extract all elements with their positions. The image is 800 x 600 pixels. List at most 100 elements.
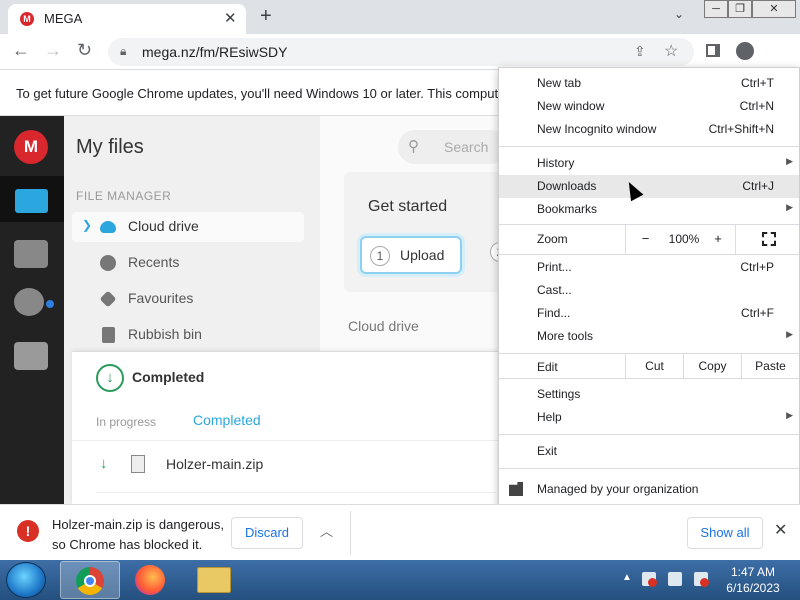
minimize-button[interactable]: ─ [704,0,728,18]
menu-label: New Incognito window [537,122,657,136]
menu-item-more-tools[interactable]: More tools ▶ [499,325,799,348]
menu-item-help[interactable]: Help ▶ [499,406,799,429]
menu-item-print[interactable]: Print... Ctrl+P [499,256,799,279]
sidebar-item-label: Recents [128,254,180,270]
edit-label: Edit [537,360,558,374]
cut-button[interactable]: Cut [625,354,683,378]
chat-icon[interactable] [14,288,44,316]
cloud-icon [100,221,116,233]
fullscreen-button[interactable] [735,224,799,254]
firefox-icon[interactable] [135,565,165,595]
reload-icon[interactable]: ↻ [77,40,92,61]
menu-managed-by-org[interactable]: Managed by your organization [499,474,799,504]
chevron-right-icon[interactable]: ❯ [82,218,92,232]
divider [72,440,502,441]
start-button[interactable] [6,562,46,598]
cloud-drive-rail-button[interactable] [0,176,64,222]
menu-label: Settings [537,387,581,401]
clock-time[interactable]: 1:47 AM [722,565,784,579]
discard-button[interactable]: Discard [231,517,303,549]
chevron-up-icon[interactable]: ︿ [320,521,333,540]
menu-label: Managed by your organization [537,482,699,496]
menu-item-history[interactable]: History ▶ [499,152,799,175]
sidebar-item-favourites[interactable]: Favourites [72,284,304,314]
zoom-in-button[interactable]: + [703,224,733,254]
submenu-arrow-icon: ▶ [786,410,793,420]
menu-item-find[interactable]: Find... Ctrl+F [499,302,799,325]
transfer-file-name[interactable]: Holzer-main.zip [166,456,263,472]
mega-icon-rail: M [0,116,64,504]
chrome-icon [76,567,104,595]
zoom-value: 100% [668,232,700,246]
copy-button[interactable]: Copy [683,354,741,378]
menu-item-cast[interactable]: Cast... [499,279,799,302]
tray-expand-icon[interactable]: ▲ [622,572,632,583]
url-text[interactable]: mega.nz/fm/REsiwSDY [142,44,287,60]
sidebar-item-rubbish-bin[interactable]: Rubbish bin [72,320,304,350]
new-tab-button[interactable]: + [260,5,272,28]
tab-completed[interactable]: Completed [193,412,261,428]
sidebar-item-cloud-drive[interactable]: ❯ Cloud drive [72,212,304,242]
mega-logo-icon[interactable]: M [14,130,48,164]
side-panel-icon[interactable] [706,44,720,57]
mega-favicon-icon: M [20,12,34,26]
action-center-icon[interactable] [642,572,657,587]
volume-muted-icon[interactable] [694,572,709,587]
infobar-text: To get future Google Chrome updates, you… [16,86,499,101]
menu-item-new-incognito[interactable]: New Incognito window Ctrl+Shift+N [499,118,799,141]
download-warning-text: Holzer-main.zip is dangerous, so Chrome … [52,517,224,552]
bookmark-star-icon[interactable]: ☆ [664,41,678,61]
menu-item-downloads[interactable]: Downloads Ctrl+J [499,175,799,198]
tab-title: MEGA [44,11,83,26]
menu-edit-row: Edit Cut Copy Paste [499,354,799,378]
back-arrow-icon[interactable]: ← [12,40,30,61]
divider [350,511,351,555]
clock-date[interactable]: 6/16/2023 [720,581,786,595]
close-shelf-icon[interactable]: ✕ [774,520,787,540]
tab-search-chevron-icon[interactable]: ⌄ [674,7,684,21]
tab-mega[interactable]: M MEGA ✕ [8,4,246,34]
menu-label: Exit [537,444,558,458]
menu-item-new-window[interactable]: New window Ctrl+N [499,95,799,118]
menu-item-bookmarks[interactable]: Bookmarks ▶ [499,198,799,221]
submenu-arrow-icon: ▶ [786,156,793,166]
share-icon[interactable]: ⇪ [634,43,646,60]
zoom-label: Zoom [537,232,568,246]
forward-arrow-icon[interactable]: → [44,40,62,61]
search-input[interactable]: ⚲ Search [398,130,508,164]
upload-button[interactable]: 1 Upload [360,236,462,274]
tab-strip: M MEGA ✕ + ⌄ ─ ❐ ✕ [0,0,800,34]
menu-label: History [537,156,575,170]
taskbar-chrome[interactable] [60,561,120,599]
close-window-button[interactable]: ✕ [752,0,796,18]
chat-status-dot [44,298,56,310]
menu-shortcut: Ctrl+J [742,179,774,193]
sidebar-item-recents[interactable]: Recents [72,248,304,278]
menu-item-settings[interactable]: Settings [499,383,799,406]
network-icon[interactable] [668,572,682,586]
upload-label: Upload [400,247,445,263]
menu-item-new-tab[interactable]: New tab Ctrl+T [499,72,799,95]
menu-shortcut: Ctrl+F [741,306,774,320]
transfer-title[interactable]: Completed [132,369,204,385]
menu-shortcut: Ctrl+Shift+N [708,122,774,136]
zip-file-icon [131,455,145,473]
show-all-button[interactable]: Show all [687,517,763,549]
profile-avatar-icon[interactable] [736,42,754,60]
search-icon: ⚲ [408,138,419,155]
menu-label: More tools [537,329,594,343]
danger-icon: ! [17,520,39,542]
tab-close-icon[interactable]: ✕ [224,9,237,27]
lock-icon[interactable]: 🔒︎ [120,44,126,59]
maximize-button[interactable]: ❐ [728,0,752,18]
file-explorer-icon[interactable] [197,567,231,593]
download-arrow-icon: ↓ [100,455,108,472]
photos-icon[interactable] [14,240,48,268]
paste-button[interactable]: Paste [741,354,799,378]
address-bar[interactable]: 🔒︎ mega.nz/fm/REsiwSDY ⇪ ☆ [108,38,694,66]
devices-icon[interactable] [14,342,48,370]
zoom-out-button[interactable]: − [625,224,665,254]
tab-in-progress[interactable]: In progress [96,415,156,429]
menu-shortcut: Ctrl+N [739,99,774,113]
menu-item-exit[interactable]: Exit [499,440,799,463]
